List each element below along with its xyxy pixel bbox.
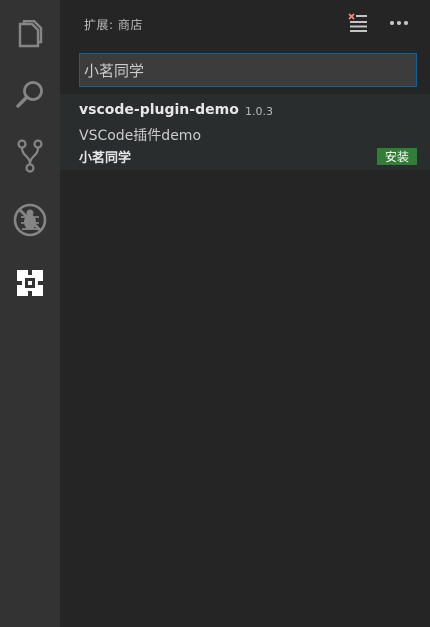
more-actions-button[interactable] — [387, 11, 411, 35]
source-control-icon — [17, 139, 43, 173]
extension-publisher: 小茗同学 — [79, 151, 132, 166]
sidebar-header: 扩展: 商店 — [60, 0, 430, 46]
extension-name: vscode-plugin-demo — [79, 102, 239, 118]
explorer-button[interactable] — [0, 5, 60, 65]
install-button[interactable]: 安装 — [377, 148, 417, 165]
clear-extensions-icon — [348, 13, 367, 32]
more-actions-icon — [390, 21, 408, 25]
debug-icon — [13, 203, 47, 237]
files-icon — [18, 20, 43, 48]
search-icon — [16, 81, 43, 108]
source-control-button[interactable] — [0, 126, 60, 186]
extensions-button[interactable] — [0, 253, 60, 313]
extensions-search-box — [79, 53, 417, 87]
sidebar-title: 扩展: 商店 — [84, 18, 143, 32]
activity-bar — [0, 0, 60, 627]
clear-extensions-button[interactable] — [346, 11, 370, 35]
extension-version: 1.0.3 — [245, 105, 273, 118]
extensions-search-input[interactable] — [80, 61, 416, 79]
extension-list-item[interactable]: vscode-plugin-demo 1.0.3 VSCode插件demo 小茗… — [60, 94, 430, 170]
extension-description: VSCode插件demo — [79, 128, 202, 144]
search-button[interactable] — [0, 65, 60, 125]
extensions-icon — [17, 270, 43, 296]
debug-button[interactable] — [0, 190, 60, 250]
extensions-sidebar: 扩展: 商店 vscode-plugin-demo 1.0.3 VSCode插件 — [60, 0, 430, 627]
